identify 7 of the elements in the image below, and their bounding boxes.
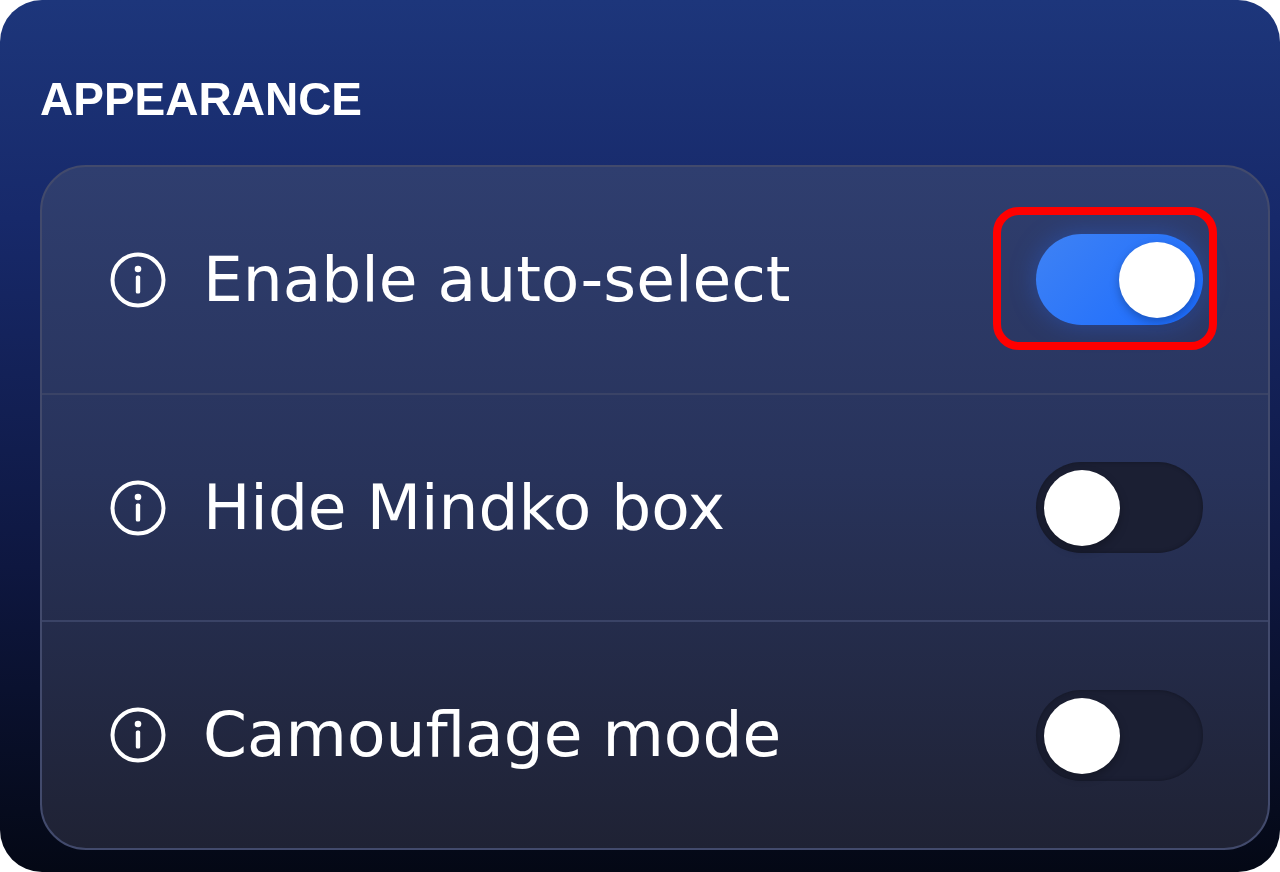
info-icon[interactable] <box>110 251 166 308</box>
setting-label: Camouflage mode <box>203 697 783 773</box>
info-icon[interactable] <box>110 707 166 764</box>
setting-label: Enable auto-select <box>203 242 792 318</box>
info-icon[interactable] <box>110 479 166 536</box>
section-heading: APPEARANCE <box>40 76 363 122</box>
setting-label: Hide Mindko box <box>203 469 727 546</box>
